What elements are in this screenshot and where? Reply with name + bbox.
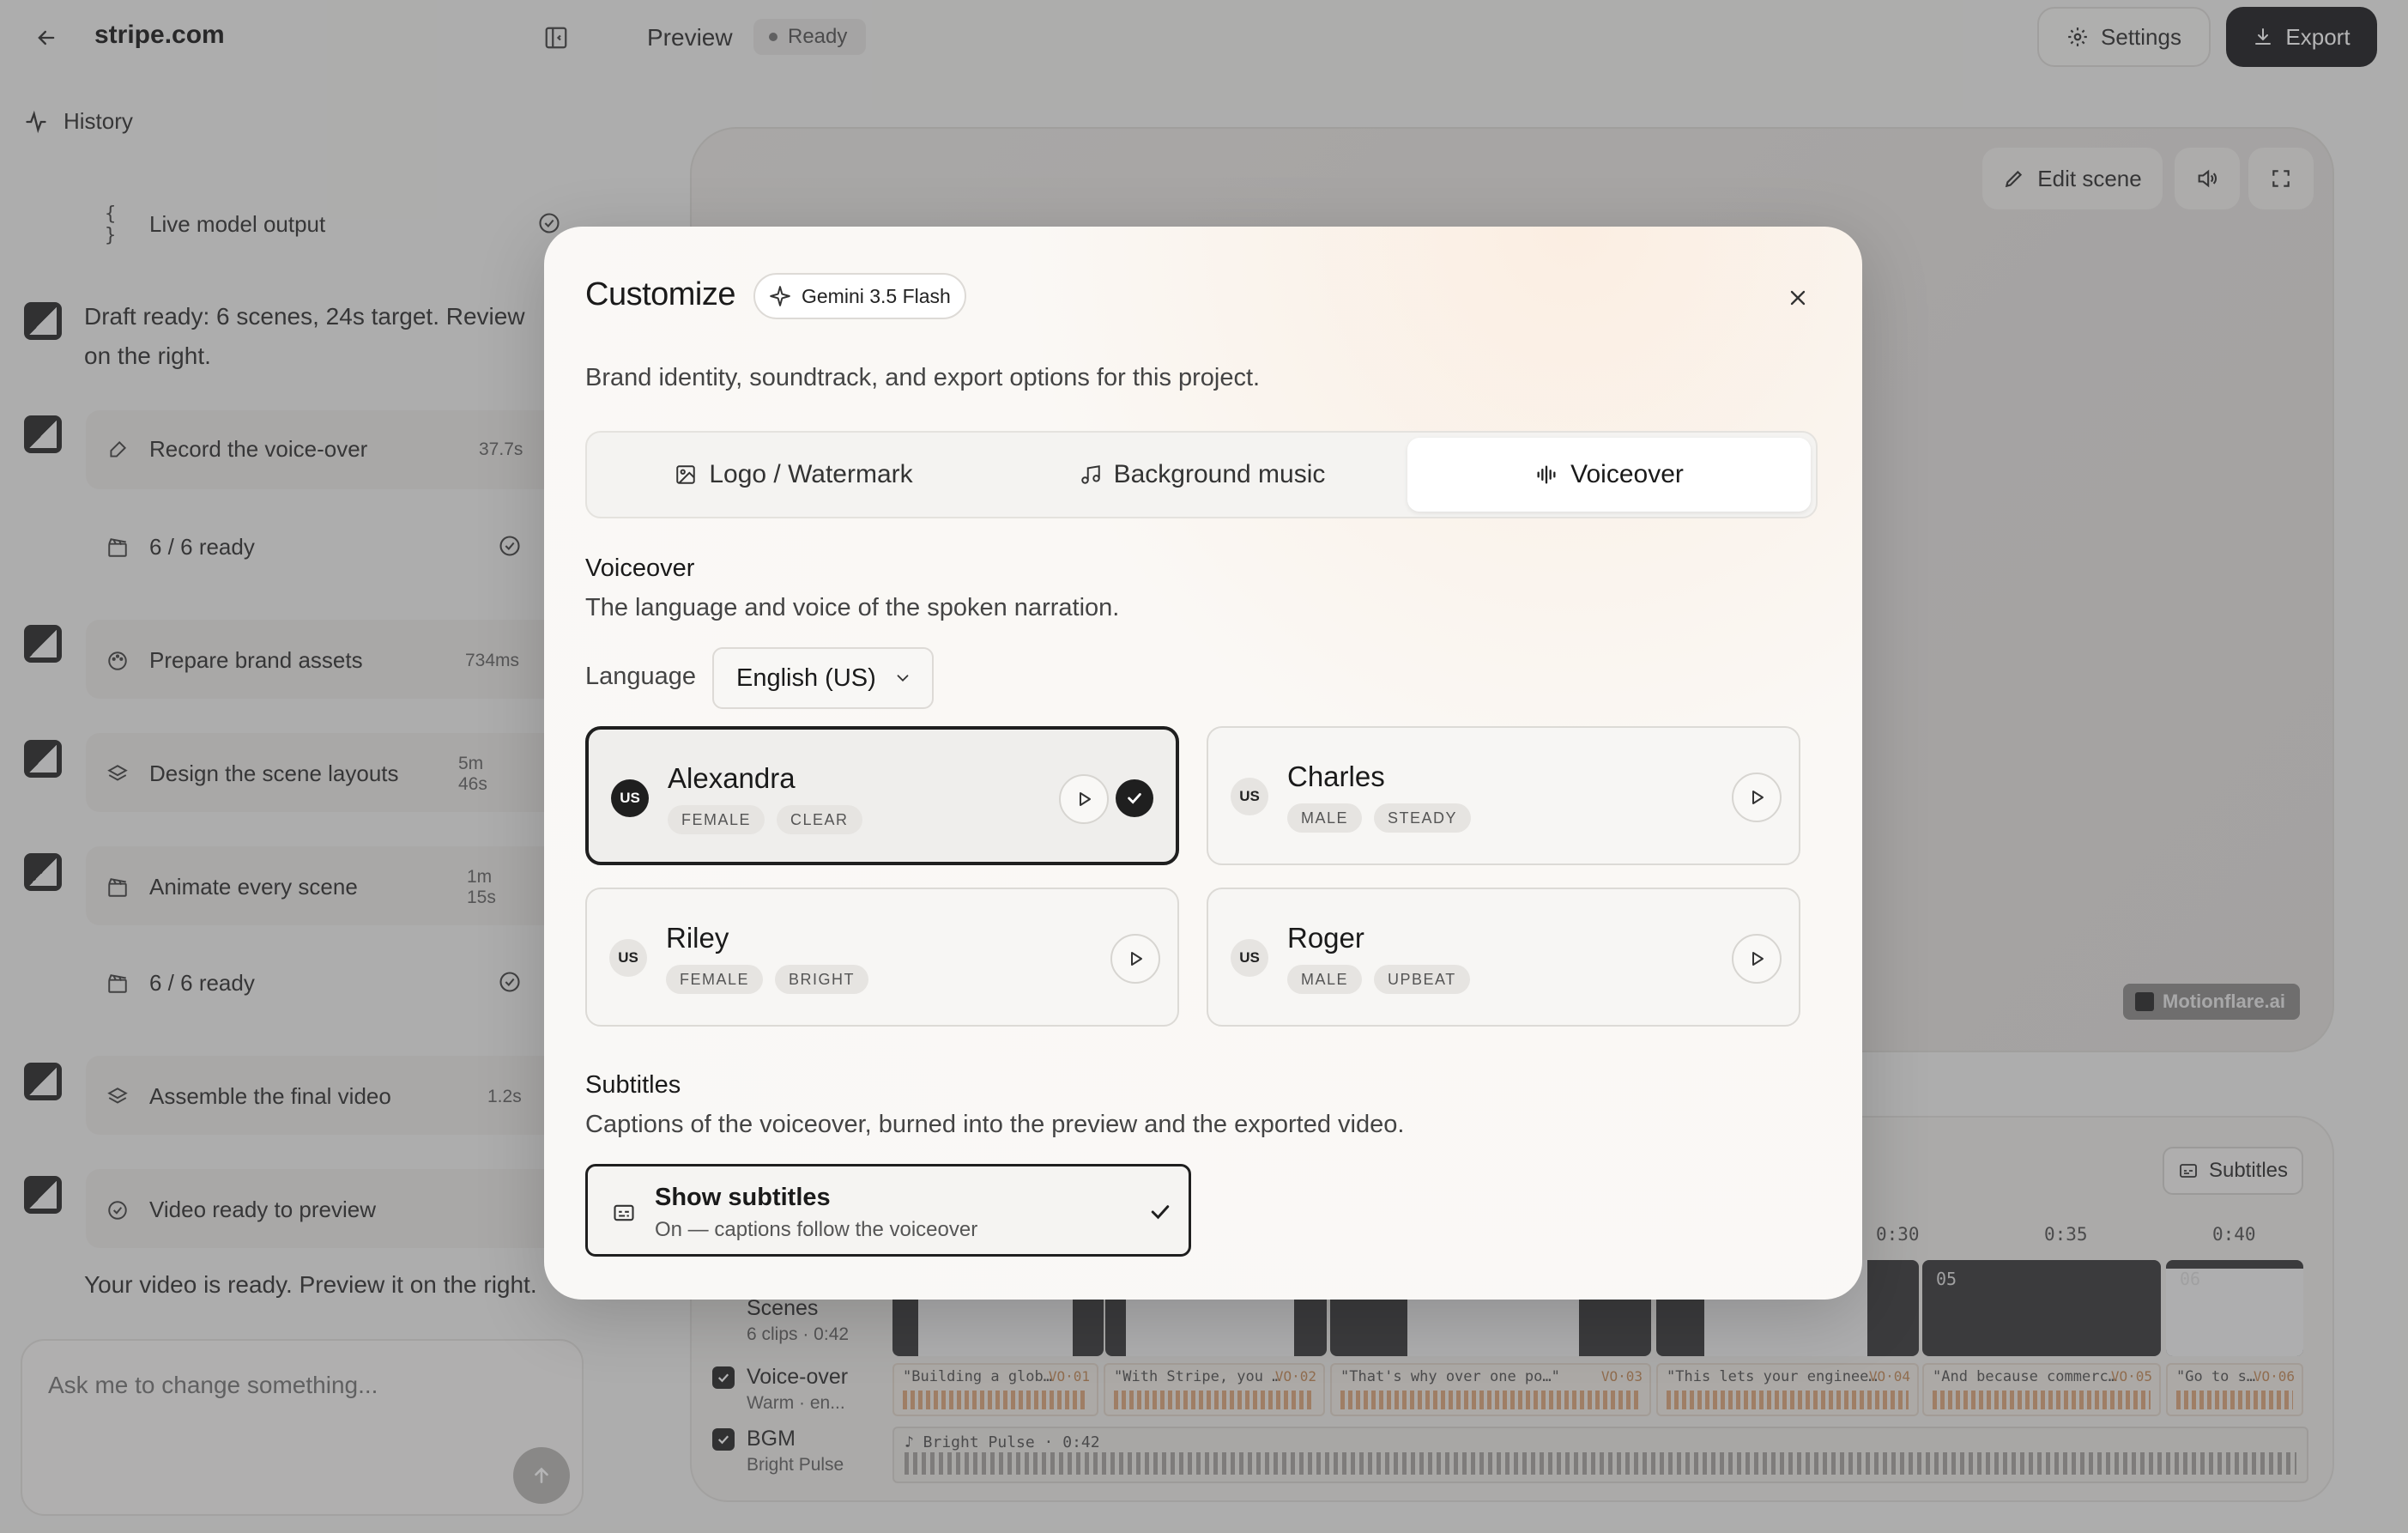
play-icon <box>1752 791 1764 804</box>
us-flag-icon: US <box>609 939 647 977</box>
tab-label: Logo / Watermark <box>709 460 913 488</box>
play-sample-button[interactable] <box>1732 773 1782 822</box>
play-sample-button[interactable] <box>1732 934 1782 984</box>
customize-dialog: Customize Gemini 3.5 Flash Brand identit… <box>544 227 1862 1300</box>
tab-label: Voiceover <box>1570 460 1684 488</box>
model-badge-label: Gemini 3.5 Flash <box>802 284 951 307</box>
check-icon <box>1128 793 1141 804</box>
voice-tag: FEMALE <box>668 805 765 834</box>
chevron-down-icon <box>897 675 909 682</box>
voice-name: Alexandra <box>668 762 796 794</box>
voiceover-section-title: Voiceover <box>585 554 695 582</box>
voiceover-section-description: The language and voice of the spoken nar… <box>585 594 1120 621</box>
voice-card-alexandra[interactable]: US Alexandra FEMALE CLEAR <box>585 726 1179 865</box>
dialog-title: Customize <box>585 276 736 312</box>
us-flag-icon: US <box>1231 778 1268 815</box>
captions-icon <box>614 1204 634 1221</box>
language-label: Language <box>585 663 697 690</box>
play-icon <box>1080 792 1091 806</box>
play-icon <box>1752 952 1764 966</box>
music-icon <box>1080 465 1100 484</box>
voice-name: Charles <box>1287 760 1385 792</box>
voice-card-riley[interactable]: US Riley FEMALE BRIGHT <box>585 888 1179 1027</box>
voice-card-roger[interactable]: US Roger MALE UPBEAT <box>1207 888 1800 1027</box>
tab-background-music[interactable]: Background music <box>1001 438 1404 512</box>
show-subtitles-status: On — captions follow the voiceover <box>655 1218 978 1241</box>
dialog-description: Brand identity, soundtrack, and export o… <box>585 364 1261 391</box>
play-icon <box>1131 952 1142 966</box>
sparkle-icon <box>770 286 790 306</box>
language-select[interactable]: English (US) <box>712 647 934 709</box>
subtitles-section-description: Captions of the voiceover, burned into t… <box>585 1111 1405 1138</box>
voice-tag: MALE <box>1287 965 1363 994</box>
close-icon <box>1790 290 1806 306</box>
close-button[interactable] <box>1773 273 1823 323</box>
us-flag-icon: US <box>611 779 649 817</box>
voice-name: Riley <box>666 922 729 954</box>
voice-tag: BRIGHT <box>775 965 869 994</box>
language-value: English (US) <box>736 663 876 692</box>
tab-logo-watermark[interactable]: Logo / Watermark <box>592 438 995 512</box>
model-badge: Gemini 3.5 Flash <box>753 273 966 319</box>
check-icon <box>1151 1205 1170 1220</box>
voice-name: Roger <box>1287 922 1364 954</box>
voice-tag: UPBEAT <box>1374 965 1470 994</box>
tab-label: Background music <box>1113 460 1326 488</box>
selected-check-icon <box>1116 779 1153 817</box>
voice-tag: MALE <box>1287 803 1363 833</box>
voice-tag: CLEAR <box>777 805 862 834</box>
voice-tag: FEMALE <box>666 965 764 994</box>
play-sample-button[interactable] <box>1059 774 1109 824</box>
voice-tag: STEADY <box>1374 803 1472 833</box>
show-subtitles-title: Show subtitles <box>655 1184 831 1211</box>
image-icon <box>676 465 696 484</box>
tab-bar: Logo / Watermark Background music Voiceo… <box>585 431 1818 518</box>
subtitles-section-title: Subtitles <box>585 1071 681 1099</box>
voice-card-charles[interactable]: US Charles MALE STEADY <box>1207 726 1800 865</box>
us-flag-icon: US <box>1231 939 1268 977</box>
audio-waveform-icon <box>1537 465 1556 484</box>
tab-voiceover[interactable]: Voiceover <box>1407 438 1811 512</box>
show-subtitles-toggle[interactable]: Show subtitles On — captions follow the … <box>585 1164 1191 1257</box>
play-sample-button[interactable] <box>1110 934 1160 984</box>
